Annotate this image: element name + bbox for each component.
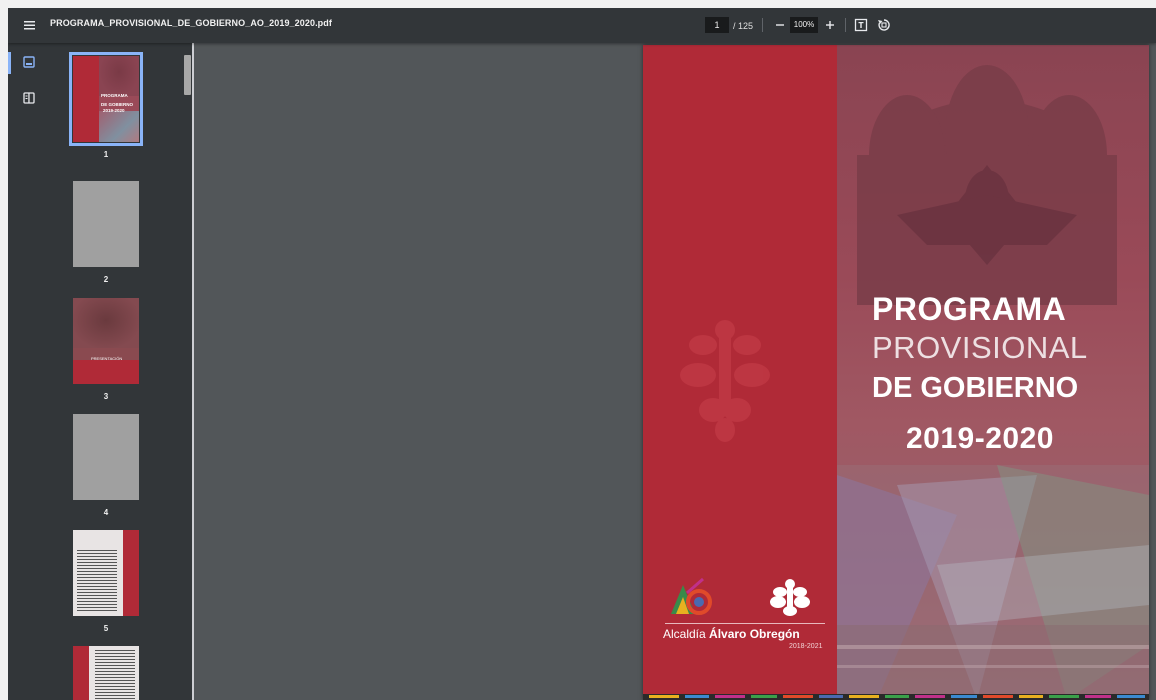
zoom-level-input[interactable] [790, 17, 818, 33]
pdf-page-1: PROGRAMA PROVISIONAL DE GOBIERNO 2019-20… [643, 45, 1149, 700]
cover-title-line-1: PROGRAMA [872, 291, 1067, 327]
thumbnail-page-2[interactable]: 2 [73, 181, 139, 284]
thumbnail-page-5[interactable]: 5 [73, 530, 139, 633]
document-title: PROGRAMA_PROVISIONAL_DE_GOBIERNO_AO_2019… [50, 18, 332, 28]
thumbnail-image: PROGRAMA DE GOBIERNO 2019-2020 [69, 52, 143, 146]
thumbnail-text: PROGRAMA [101, 93, 128, 98]
plus-icon [826, 21, 834, 29]
cover-color-stripe [643, 694, 1149, 700]
logo-divider [665, 623, 825, 624]
document-outline-icon[interactable] [22, 91, 36, 105]
document-view[interactable]: PROGRAMA PROVISIONAL DE GOBIERNO 2019-20… [194, 43, 1156, 700]
rotate-button[interactable] [876, 17, 892, 33]
cover-emblem-watermark [671, 320, 810, 616]
thumbnail-panel: PROGRAMA DE GOBIERNO 2019-2020 1 2 PRESE… [50, 43, 192, 700]
thumbnail-text: DE GOBIERNO [101, 102, 134, 107]
fit-to-page-icon [854, 18, 868, 32]
hamburger-menu-icon[interactable] [22, 17, 38, 33]
page-number-input[interactable] [705, 17, 729, 33]
thumbnail-image: PRESENTACIÓN [73, 298, 139, 384]
alcaldia-name: Alcaldía Álvaro Obregón [663, 627, 800, 641]
thumbnail-page-4[interactable]: 4 [73, 414, 139, 517]
thumbnail-image [73, 414, 139, 500]
thumbnail-page-number: 3 [103, 392, 109, 401]
zoom-out-button[interactable] [773, 18, 787, 32]
thumbnail-image [73, 530, 139, 616]
thumbnail-page-number: 4 [103, 508, 109, 517]
thumbnail-page-number: 2 [103, 275, 109, 284]
thumbnail-image [73, 181, 139, 267]
thumbnail-page-3[interactable]: PRESENTACIÓN 3 [73, 298, 139, 401]
thumbnail-page-1[interactable]: PROGRAMA DE GOBIERNO 2019-2020 1 [69, 52, 143, 159]
thumbnail-page-6[interactable] [73, 646, 139, 700]
toolbar-divider [845, 18, 846, 32]
thumbnail-text: 2019-2020 [103, 108, 125, 113]
viewer-toolbar: PROGRAMA_PROVISIONAL_DE_GOBIERNO_AO_2019… [8, 8, 1156, 43]
sidebar-rail [8, 43, 50, 700]
scrollbar-thumb[interactable] [184, 55, 191, 95]
thumbnails-icon[interactable] [22, 55, 36, 69]
alcaldia-prefix: Alcaldía [663, 627, 710, 641]
thumbnail-page-number: 5 [103, 624, 109, 633]
cover-title-line-3: DE GOBIERNO [872, 372, 1079, 404]
cover-red-band [643, 45, 837, 700]
pdf-viewer: PROGRAMA_PROVISIONAL_DE_GOBIERNO_AO_2019… [8, 8, 1156, 700]
alcaldia-logo-icon [671, 577, 712, 615]
fit-to-page-button[interactable] [854, 18, 868, 32]
cover-title-line-2: PROVISIONAL [872, 330, 1088, 365]
thumbnail-scrollbar[interactable] [182, 43, 192, 700]
thumbnail-text: PRESENTACIÓN [91, 356, 123, 361]
page-total: / 125 [733, 21, 754, 31]
alcaldia-highlight: Álvaro Obregón [709, 627, 800, 641]
minus-icon [776, 24, 784, 26]
cover-years: 2019-2020 [906, 422, 1054, 455]
coat-of-arms-icon [770, 579, 810, 616]
thumbnail-page-number: 1 [103, 150, 109, 159]
active-indicator [8, 52, 11, 74]
toolbar-divider [762, 18, 763, 32]
thumbnail-image [73, 646, 139, 700]
alcaldia-period: 2018-2021 [789, 643, 823, 650]
zoom-in-button[interactable] [823, 18, 837, 32]
rotate-icon [878, 19, 890, 31]
